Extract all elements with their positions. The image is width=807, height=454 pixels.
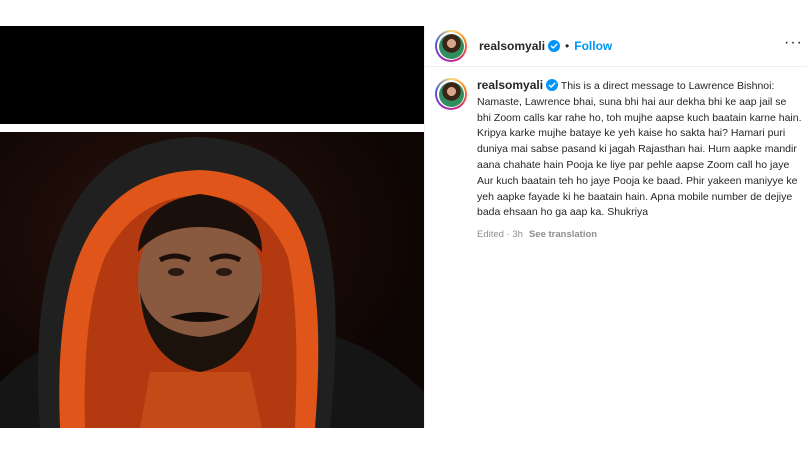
avatar xyxy=(438,81,464,107)
caption-text-container: realsomyali This is a direct message to … xyxy=(477,78,803,221)
header-username[interactable]: realsomyali xyxy=(479,39,545,53)
see-translation-link[interactable]: See translation xyxy=(529,229,597,240)
caption-body: realsomyali This is a direct message to … xyxy=(477,78,803,243)
post-media[interactable] xyxy=(0,26,424,428)
caption-comment: realsomyali This is a direct message to … xyxy=(435,78,803,243)
follow-button[interactable]: Follow xyxy=(574,39,612,53)
post-side-panel: realsomyali • Follow ··· realsomyali Thi… xyxy=(425,26,807,428)
more-options-icon[interactable]: ··· xyxy=(784,34,803,52)
post-header: realsomyali • Follow ··· xyxy=(425,26,807,67)
header-avatar[interactable] xyxy=(435,30,467,62)
verified-badge-icon xyxy=(546,79,559,91)
post-photo xyxy=(0,132,424,428)
edited-timestamp: Edited · 3h xyxy=(477,229,523,241)
caption-username[interactable]: realsomyali xyxy=(477,78,543,92)
caption-text: This is a direct message to Lawrence Bis… xyxy=(477,80,802,219)
verified-badge-icon xyxy=(548,40,561,52)
caption-avatar[interactable] xyxy=(435,78,467,243)
hooded-man-illustration xyxy=(0,137,424,428)
avatar xyxy=(438,33,464,59)
media-black-band xyxy=(0,26,424,124)
caption-meta: Edited · 3h See translation xyxy=(477,227,803,243)
separator-dot: • xyxy=(565,39,570,53)
